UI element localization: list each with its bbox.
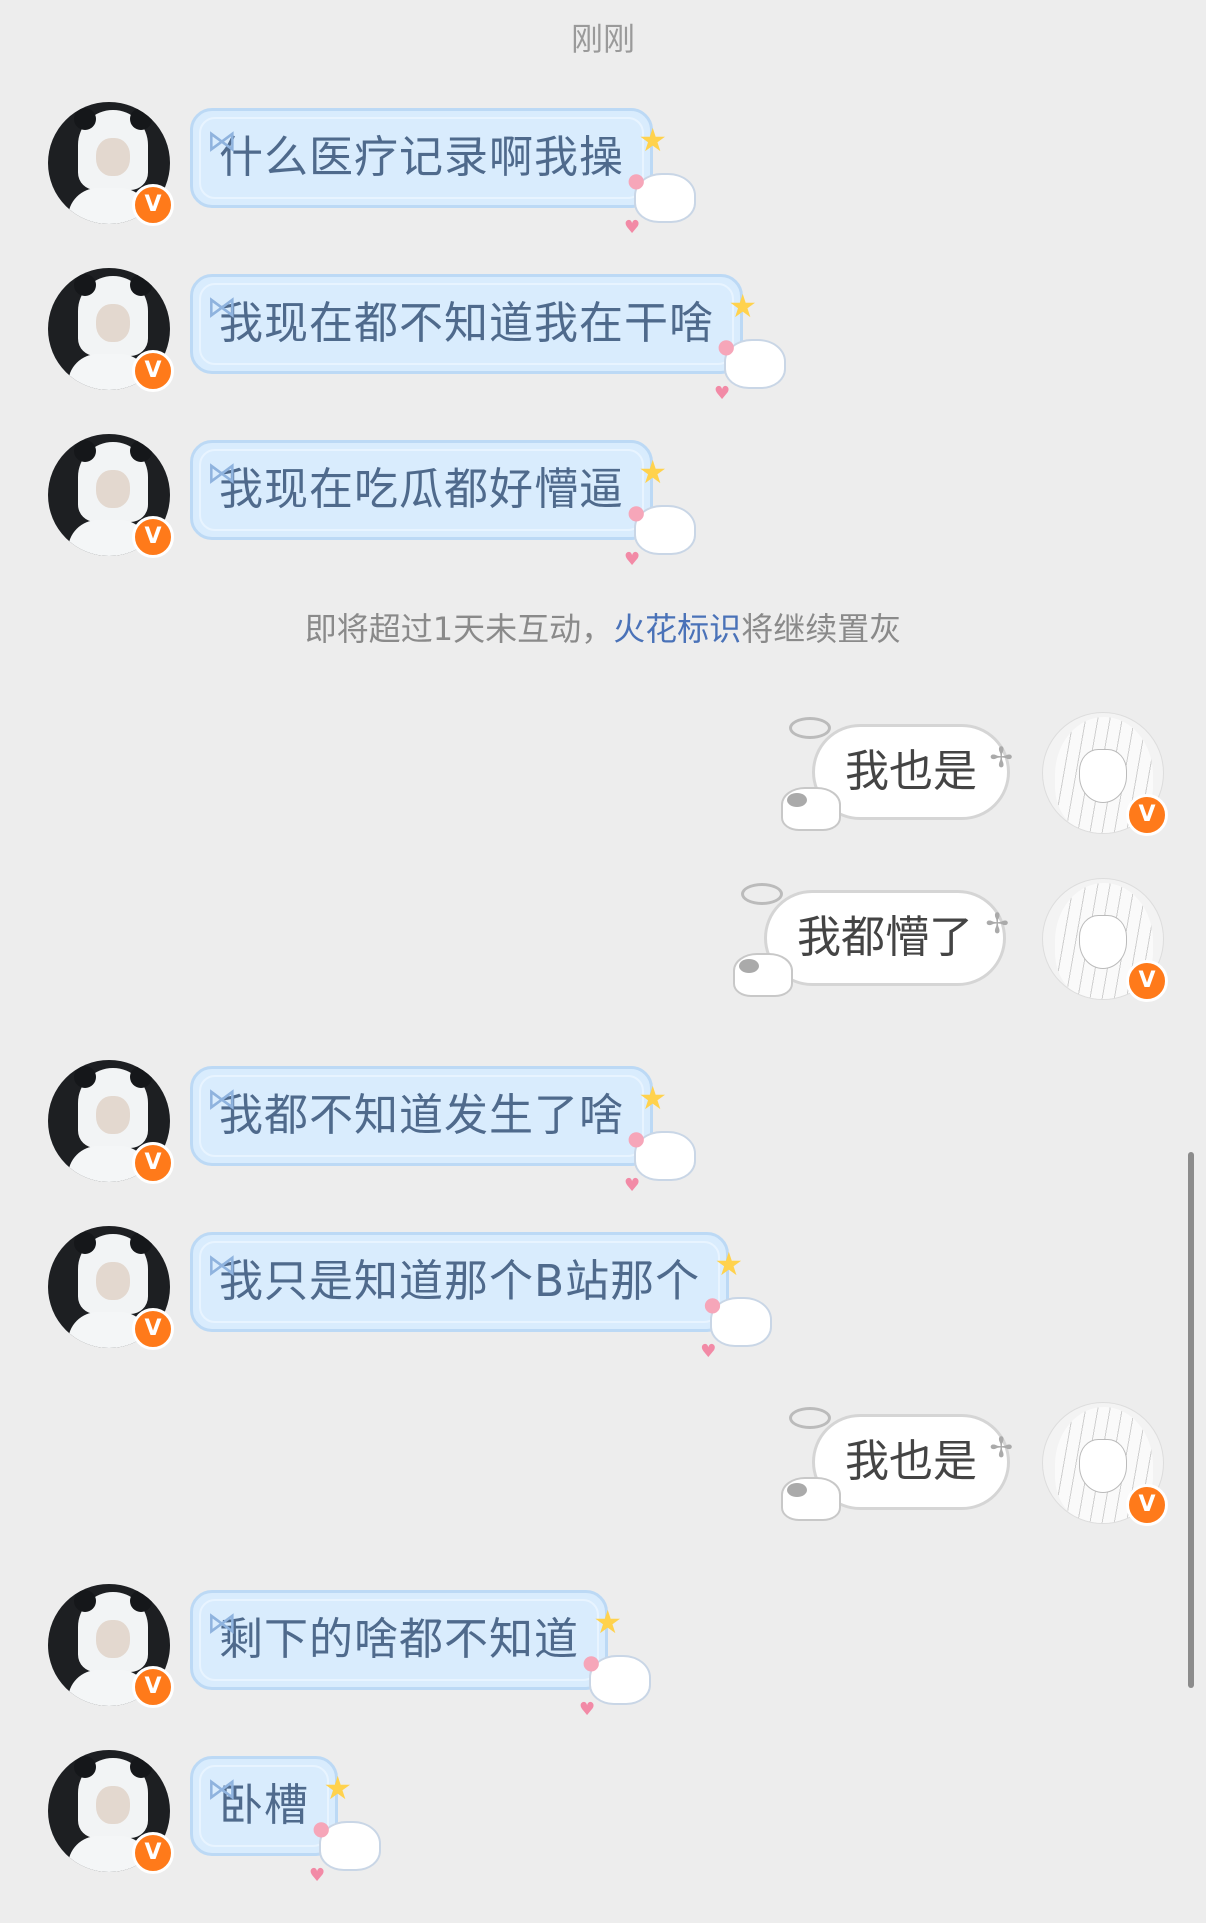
bow-icon: ⋈ — [207, 1082, 238, 1117]
verified-badge: V — [132, 184, 174, 226]
message-text: 我现在吃瓜都好懵逼 — [219, 464, 624, 515]
message-text: 我也是 — [845, 746, 977, 797]
contact-avatar[interactable]: V — [48, 1060, 174, 1184]
message-bubble[interactable]: ⋈ 我现在都不知道我在干啥 ★ ● — [190, 274, 786, 441]
contact-avatar[interactable]: V — [48, 268, 174, 392]
verified-badge: V — [132, 350, 174, 392]
pig-sticker-icon: ● — [717, 334, 736, 358]
pig-sticker-icon: ● — [312, 1816, 331, 1840]
cat-sticker-icon — [733, 953, 793, 997]
message-text: 我也是 — [845, 1436, 977, 1487]
halo-icon — [789, 717, 831, 739]
my-avatar[interactable]: V — [1042, 712, 1168, 836]
wing-icon: ✢ — [985, 907, 1009, 940]
notice-suffix: 将继续置灰 — [741, 610, 902, 648]
pig-sticker-icon: ● — [627, 168, 646, 192]
bow-icon: ⋈ — [207, 1606, 238, 1641]
scrollbar[interactable] — [1188, 1152, 1194, 1688]
message-text: 剩下的啥都不知道 — [219, 1614, 579, 1665]
message-text: 我都不知道发生了啥 — [219, 1090, 624, 1141]
pig-sticker-icon: ● — [703, 1292, 723, 1316]
message-bubble[interactable]: ⋈ 剩下的啥都不知道 ★ ● — [190, 1590, 651, 1757]
message-text: 我只是知道那个B站那个 — [219, 1256, 701, 1307]
bow-icon: ⋈ — [207, 1772, 238, 1807]
halo-icon — [741, 883, 783, 905]
message-bubble[interactable]: ⋈ 我都不知道发生了啥 ★ ● — [190, 1066, 696, 1233]
my-message-bubble[interactable]: 我也是 ✢ — [781, 1407, 1013, 1521]
pig-sticker-icon: ● — [627, 500, 646, 524]
verified-badge: V — [1126, 1484, 1168, 1526]
message-bubble[interactable]: ⋈ 什么医疗记录啊我操 ★ ● — [190, 108, 696, 275]
contact-avatar[interactable]: V — [48, 434, 174, 558]
verified-badge: V — [132, 1142, 174, 1184]
contact-avatar[interactable]: V — [48, 1226, 174, 1350]
bow-icon: ⋈ — [207, 1248, 238, 1283]
verified-badge: V — [132, 1308, 174, 1350]
verified-badge: V — [132, 1666, 174, 1708]
my-avatar[interactable]: V — [1042, 1402, 1168, 1526]
spark-link[interactable]: 火花标识 — [613, 610, 741, 648]
message-text: 什么医疗记录啊我操 — [219, 132, 624, 183]
notice-prefix: 即将超过1天未互动， — [304, 610, 614, 648]
pig-sticker-icon: ● — [627, 1126, 646, 1150]
message-bubble[interactable]: ⋈ 卧槽 ★ ● — [190, 1756, 381, 1923]
verified-badge: V — [132, 1832, 174, 1874]
spark-notice: 即将超过1天未互动，火花标识将继续置灰 — [0, 604, 1206, 650]
my-message-bubble[interactable]: 我也是 ✢ — [781, 717, 1013, 831]
verified-badge: V — [132, 516, 174, 558]
bow-icon: ⋈ — [207, 290, 238, 325]
wing-icon: ✢ — [989, 1431, 1013, 1464]
message-text: 我现在都不知道我在干啥 — [219, 298, 714, 349]
halo-icon — [789, 1407, 831, 1429]
bow-icon: ⋈ — [207, 124, 238, 159]
contact-avatar[interactable]: V — [48, 102, 174, 226]
pig-sticker-icon: ● — [582, 1650, 601, 1674]
verified-badge: V — [1126, 960, 1168, 1002]
my-message-bubble[interactable]: 我都懵了 ✢ — [733, 883, 1009, 997]
verified-badge: V — [1126, 794, 1168, 836]
timestamp: 刚刚 — [570, 20, 635, 58]
contact-avatar[interactable]: V — [48, 1750, 174, 1874]
cat-sticker-icon — [781, 1477, 841, 1521]
message-text: 我都懵了 — [797, 912, 973, 963]
bow-icon: ⋈ — [207, 456, 238, 491]
cat-sticker-icon — [781, 787, 841, 831]
message-bubble[interactable]: ⋈ 我只是知道那个B站那个 ★ ● — [190, 1232, 773, 1399]
message-bubble[interactable]: ⋈ 我现在吃瓜都好懵逼 ★ ● — [190, 440, 696, 607]
contact-avatar[interactable]: V — [48, 1584, 174, 1708]
wing-icon: ✢ — [989, 741, 1013, 774]
my-avatar[interactable]: V — [1042, 878, 1168, 1002]
